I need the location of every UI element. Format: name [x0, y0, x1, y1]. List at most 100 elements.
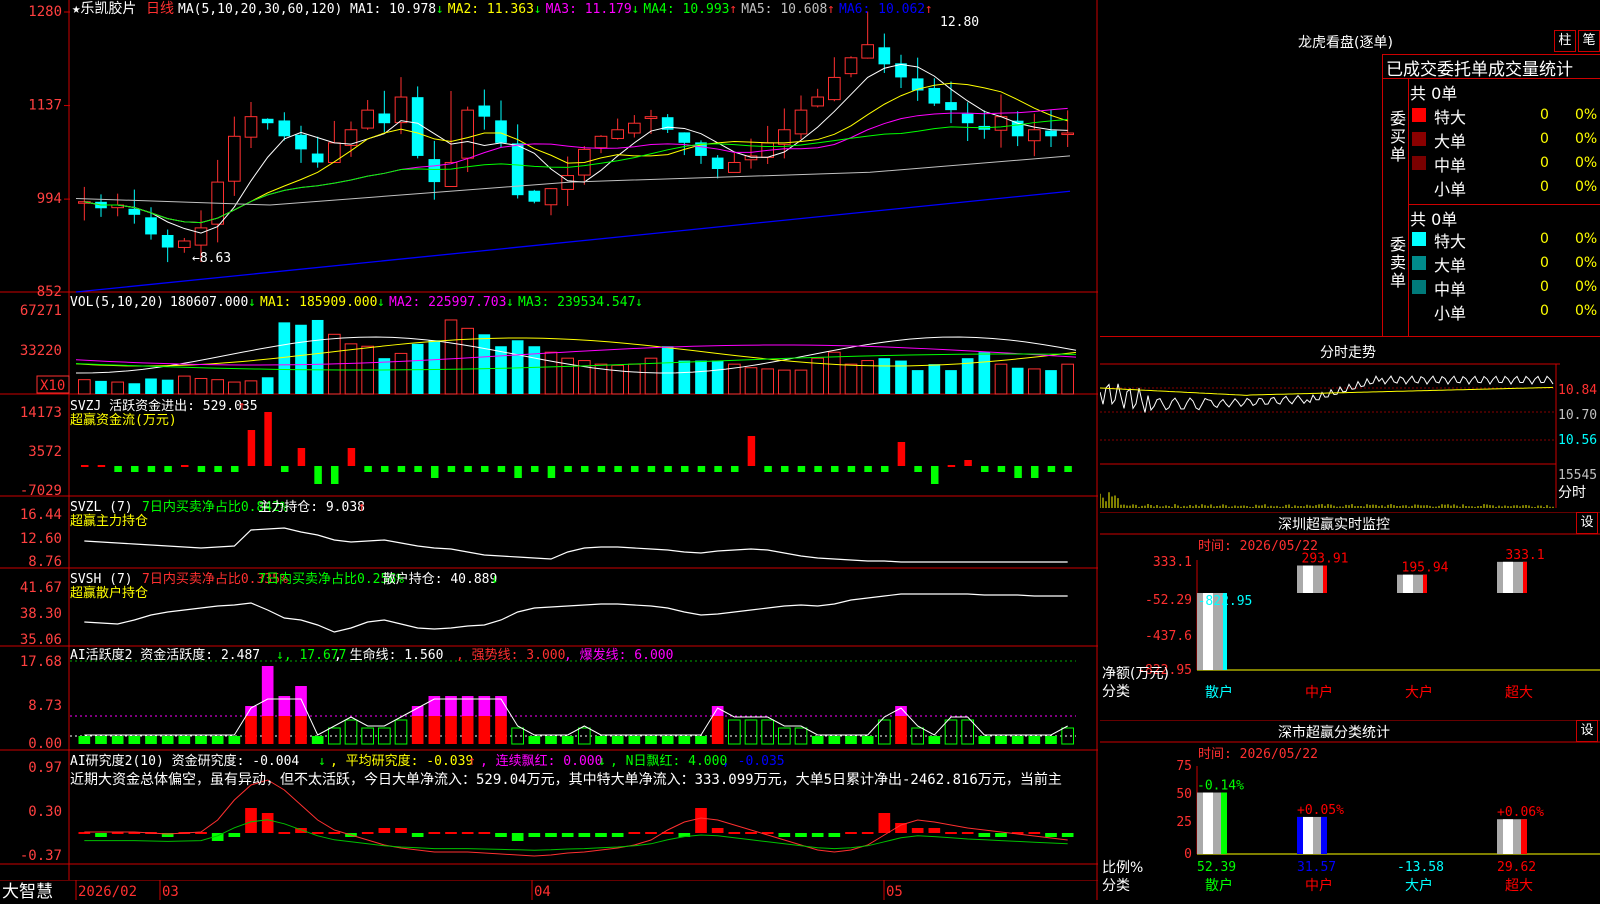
svzj-bar [581, 466, 589, 472]
vol-bar-up [1028, 368, 1041, 395]
aiact-bar [661, 736, 674, 744]
sh-class-label: 分类 [1102, 878, 1130, 894]
sz-bar-3 [1497, 561, 1527, 593]
svzj-bar [531, 466, 539, 472]
svzj-bar [414, 466, 422, 472]
divider [1408, 78, 1409, 336]
svzj-bar [564, 466, 572, 472]
sz-y-tick: -437.6 [1145, 629, 1192, 644]
aiact-bar-hollow [944, 719, 958, 745]
sz-bar-edge [1323, 565, 1327, 593]
order-percent: 0% [1575, 179, 1598, 195]
svzj-bar [114, 466, 122, 472]
vol-arrow: ↓ [377, 295, 385, 310]
column-mode-button[interactable]: 柱 [1554, 30, 1576, 52]
aiact-bar [178, 736, 191, 744]
ma-spec: MA(5,10,20,30,60,120) [178, 2, 342, 17]
aiact-bar [845, 736, 857, 744]
vol-bar-down [1011, 367, 1024, 394]
svzj-bar [664, 466, 672, 472]
order-count: 0 [1540, 231, 1549, 247]
aires-bar [978, 833, 991, 837]
svzj-bar [264, 412, 272, 466]
aires-avg: , 平均研究度: -0.039 [330, 753, 473, 769]
aiact-bar [628, 736, 641, 744]
svzl-line [84, 527, 1068, 563]
svzj-y-tick: -7029 [20, 483, 62, 499]
kline-main-area[interactable]: 1280 1137 994 852 ★乐凯胶片 日线 MA(5,10,20,30,60,12… [0, 0, 1098, 900]
divider [1100, 336, 1600, 337]
aiact-bar-hollow [344, 719, 358, 745]
candle-down [295, 134, 307, 150]
aiact-bar [261, 716, 274, 744]
vol-arrow: ↓ [248, 295, 256, 310]
aiact-bar [995, 736, 1007, 744]
date-label: 2026/02 [78, 884, 137, 900]
order-size-label: 中单 [1434, 280, 1467, 299]
intraday-y-tick: 10.56 [1558, 433, 1597, 448]
aiact-y-tick: 0.00 [28, 736, 62, 752]
aires-red: , 连续飘红: 0.000 [480, 753, 602, 769]
order-percent: 0% [1575, 303, 1598, 319]
sh-bar-shine [1503, 819, 1513, 854]
svzj-bar [297, 448, 306, 466]
order-size-label: 中单 [1434, 156, 1467, 175]
candle-down [511, 143, 524, 196]
svzj-bar [514, 466, 522, 478]
candle-down [495, 120, 507, 143]
aires-bar [828, 833, 841, 837]
sh-bar-edge [1221, 792, 1227, 854]
intraday-chart[interactable]: 10.84 10.70 10.56 15545 分时 [1100, 342, 1600, 508]
vol-bar-up [244, 380, 258, 395]
aires-bar [311, 832, 324, 834]
tick-mode-button[interactable]: 笔 [1578, 30, 1600, 52]
aiact-bar [211, 736, 224, 744]
order-count: 0 [1540, 107, 1549, 123]
ma-arrow: ↑ [827, 2, 835, 17]
divider [1408, 204, 1600, 205]
svsh-y-tick: 41.67 [20, 580, 62, 596]
aires-arrow: ↑ [468, 754, 476, 769]
intraday-avg-line [1100, 386, 1554, 396]
vol-ma-value: MA3: 239534.547 [518, 295, 635, 310]
svzj-bar [1031, 466, 1039, 478]
svsh-arrow: ↓ [491, 572, 499, 587]
dragon-tiger-panel: 龙虎看盘(逐单) 柱 笔 已成交委托单成交量统计 委买单 委卖单 共 0单 共 … [1100, 0, 1600, 340]
vol-bar-down [711, 360, 724, 394]
aires-bar [228, 833, 241, 837]
svzj-arrow: ↑ [238, 399, 246, 414]
chart-canvas[interactable]: 1280 1137 994 852 ★乐凯胶片 日线 MA(5,10,20,30,60,12… [0, 0, 1098, 900]
order-color-swatch [1412, 180, 1426, 194]
sh-bar-change: +0.05% [1297, 803, 1344, 818]
vol-bar-up [344, 343, 358, 395]
aiact-bar [545, 736, 557, 744]
svzj-bar [897, 442, 906, 466]
aires-last: , -0.035 [722, 754, 785, 769]
sh-bar-change: -0.14% [1197, 779, 1244, 794]
aiact-bar [278, 716, 291, 744]
aires-bar [528, 833, 541, 837]
aiact-bar-hollow [728, 719, 741, 745]
aires-bar [745, 832, 757, 834]
candle-up [178, 240, 191, 248]
aires-bar [261, 813, 274, 833]
vol-bar-down [295, 324, 307, 394]
aiact-strong: , 强势线: 3.000 [456, 647, 565, 663]
vol-bar-up [228, 381, 241, 395]
svzj-bar [214, 466, 222, 472]
order-color-swatch [1412, 132, 1426, 146]
aires-bar [495, 833, 507, 837]
candle-up [628, 122, 641, 134]
aiact-bar [495, 716, 507, 744]
vol-bar-down [495, 346, 507, 394]
aiact-bar [695, 736, 707, 744]
candle-up [744, 155, 758, 161]
sz-bar-2 [1397, 574, 1427, 593]
aiact-bar-hollow [761, 719, 774, 745]
order-count: 0 [1540, 155, 1549, 171]
aires-y-tick: 0.97 [28, 760, 62, 776]
sh-ratio-label: 比例% [1102, 860, 1143, 876]
ma-arrow: ↑ [925, 2, 933, 17]
vol-bar-up [444, 319, 458, 395]
aiact-bar [978, 736, 991, 744]
